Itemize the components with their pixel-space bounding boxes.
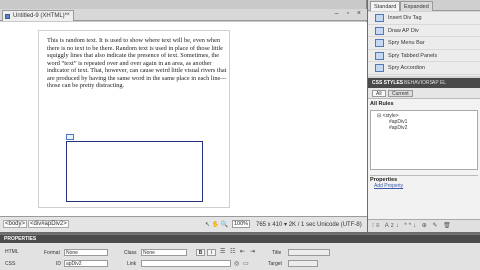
window-size-and-encoding: 765 x 410 ▾ 2K / 1 sec Unicode (UTF-8) (256, 222, 362, 228)
target-label: Target (268, 261, 282, 267)
format-label: Format (44, 250, 60, 256)
tab-css-styles[interactable]: CSS STYLES (372, 80, 403, 86)
tab-standard[interactable]: Standard (370, 1, 401, 11)
document-tab-bar: Untitled-9 (XHTML)* × – ▫ × (0, 9, 367, 21)
html-mode-button[interactable]: HTML (5, 249, 19, 255)
title-input[interactable] (288, 249, 330, 256)
insert-panel-list: Insert Div Tag Draw AP Div Spry Menu Bar… (368, 12, 480, 76)
id-label: ID (56, 261, 61, 267)
ap-div-icon (375, 26, 384, 35)
window-controls[interactable]: – ▫ × (335, 10, 364, 17)
draw-ap-div-item[interactable]: Draw AP Div (368, 25, 480, 37)
insert-item-label: Insert Div Tag (388, 15, 422, 21)
html-file-icon (5, 14, 10, 19)
insert-item-label: Spry Accordion (388, 65, 425, 71)
outdent-icon[interactable]: ⇤ (240, 249, 247, 255)
format-select[interactable]: None (64, 249, 108, 256)
link-input[interactable] (141, 260, 231, 267)
point-to-file-icon[interactable]: ◎ (234, 261, 241, 267)
tag-apdiv2[interactable]: <div#apDiv2> (28, 220, 69, 228)
accordion-icon (375, 64, 384, 72)
css-mode-button[interactable]: CSS (5, 261, 15, 267)
document-tab-label: Untitled-9 (XHTML)* (13, 13, 68, 19)
ordered-list-icon[interactable]: ☷ (230, 249, 237, 255)
css-rules-tree: ⊟ <style> #apDiv1 #apDiv2 (370, 110, 478, 170)
unordered-list-icon[interactable]: ☰ (220, 249, 227, 255)
css-panel-tabs: CSS STYLES BEHAVIORS AP EL (368, 78, 480, 88)
random-text-paragraph[interactable]: This is random text. It is used to show … (47, 37, 227, 90)
all-mode-button[interactable]: All (372, 90, 386, 97)
add-property-link[interactable]: Add Property (374, 183, 403, 189)
tag-selector: <body> <div#apDiv2> (3, 220, 70, 228)
bold-button[interactable]: B (196, 249, 205, 256)
status-bar: <body> <div#apDiv2> ↖ ✋ 🔍 100% 765 x 410 … (0, 216, 367, 232)
target-select[interactable] (288, 260, 318, 267)
ap-div-anchor-icon[interactable] (66, 134, 74, 140)
tabbed-panels-icon (375, 51, 384, 60)
insert-panel-tabs: Standard Expanded (368, 0, 480, 11)
spry-menu-bar-item[interactable]: Spry Menu Bar (368, 37, 480, 50)
all-rules-header[interactable]: All Rules (370, 101, 478, 109)
tab-expanded[interactable]: Expanded (400, 1, 433, 11)
id-select[interactable]: apDiv2 (64, 260, 108, 267)
class-label: Class (124, 250, 137, 256)
link-label: Link (127, 261, 137, 267)
tab-behaviors[interactable]: BEHAVIORS (404, 80, 433, 86)
css-panel-footer-icons[interactable]: ⁝≡ Az↓ **↓ ⊕ ✎ 🗑 (368, 219, 480, 232)
properties-inspector: PROPERTIES HTML CSS Format None ID apDiv… (0, 234, 480, 270)
spry-accordion-item[interactable]: Spry Accordion (368, 62, 480, 75)
css-styles-panel: CSS STYLES BEHAVIORS AP EL All Current A… (368, 78, 480, 232)
tag-body[interactable]: <body> (3, 220, 28, 228)
current-mode-button[interactable]: Current (388, 90, 413, 97)
title-label: Title (272, 250, 282, 256)
insert-div-tag-item[interactable]: Insert Div Tag (368, 12, 480, 25)
italic-button[interactable]: I (207, 249, 216, 256)
indent-icon[interactable]: ⇥ (250, 249, 257, 255)
ap-div-apdiv2[interactable] (66, 141, 203, 202)
browse-folder-icon[interactable]: ▭ (243, 261, 250, 267)
close-icon[interactable]: × (66, 12, 70, 18)
menu-bar-icon (375, 39, 384, 47)
div-tag-icon (375, 14, 384, 22)
spry-tabbed-panels-item[interactable]: Spry Tabbed Panels (368, 50, 480, 62)
rule-apdiv2[interactable]: #apDiv2 (389, 125, 407, 131)
right-panel-group: Standard Expanded Insert Div Tag Draw AP… (368, 0, 480, 232)
properties-title[interactable]: PROPERTIES (0, 235, 480, 243)
tab-ap-elements[interactable]: AP EL (432, 80, 446, 86)
document-window: Untitled-9 (XHTML)* × – ▫ × This is rand… (0, 0, 367, 232)
class-select[interactable]: None (141, 249, 187, 256)
document-tab[interactable]: Untitled-9 (XHTML)* × (2, 10, 74, 21)
insert-item-label: Spry Menu Bar (388, 40, 425, 46)
design-view-canvas[interactable]: This is random text. It is used to show … (0, 22, 367, 216)
insert-item-label: Draw AP Div (388, 27, 419, 34)
properties-header[interactable]: Properties (370, 175, 478, 183)
css-mode-switch: All Current (368, 88, 480, 99)
insert-item-label: Spry Tabbed Panels (388, 52, 438, 59)
zoom-select[interactable]: 100% (232, 220, 250, 228)
select-hand-zoom-tools[interactable]: ↖ ✋ 🔍 (205, 221, 228, 228)
